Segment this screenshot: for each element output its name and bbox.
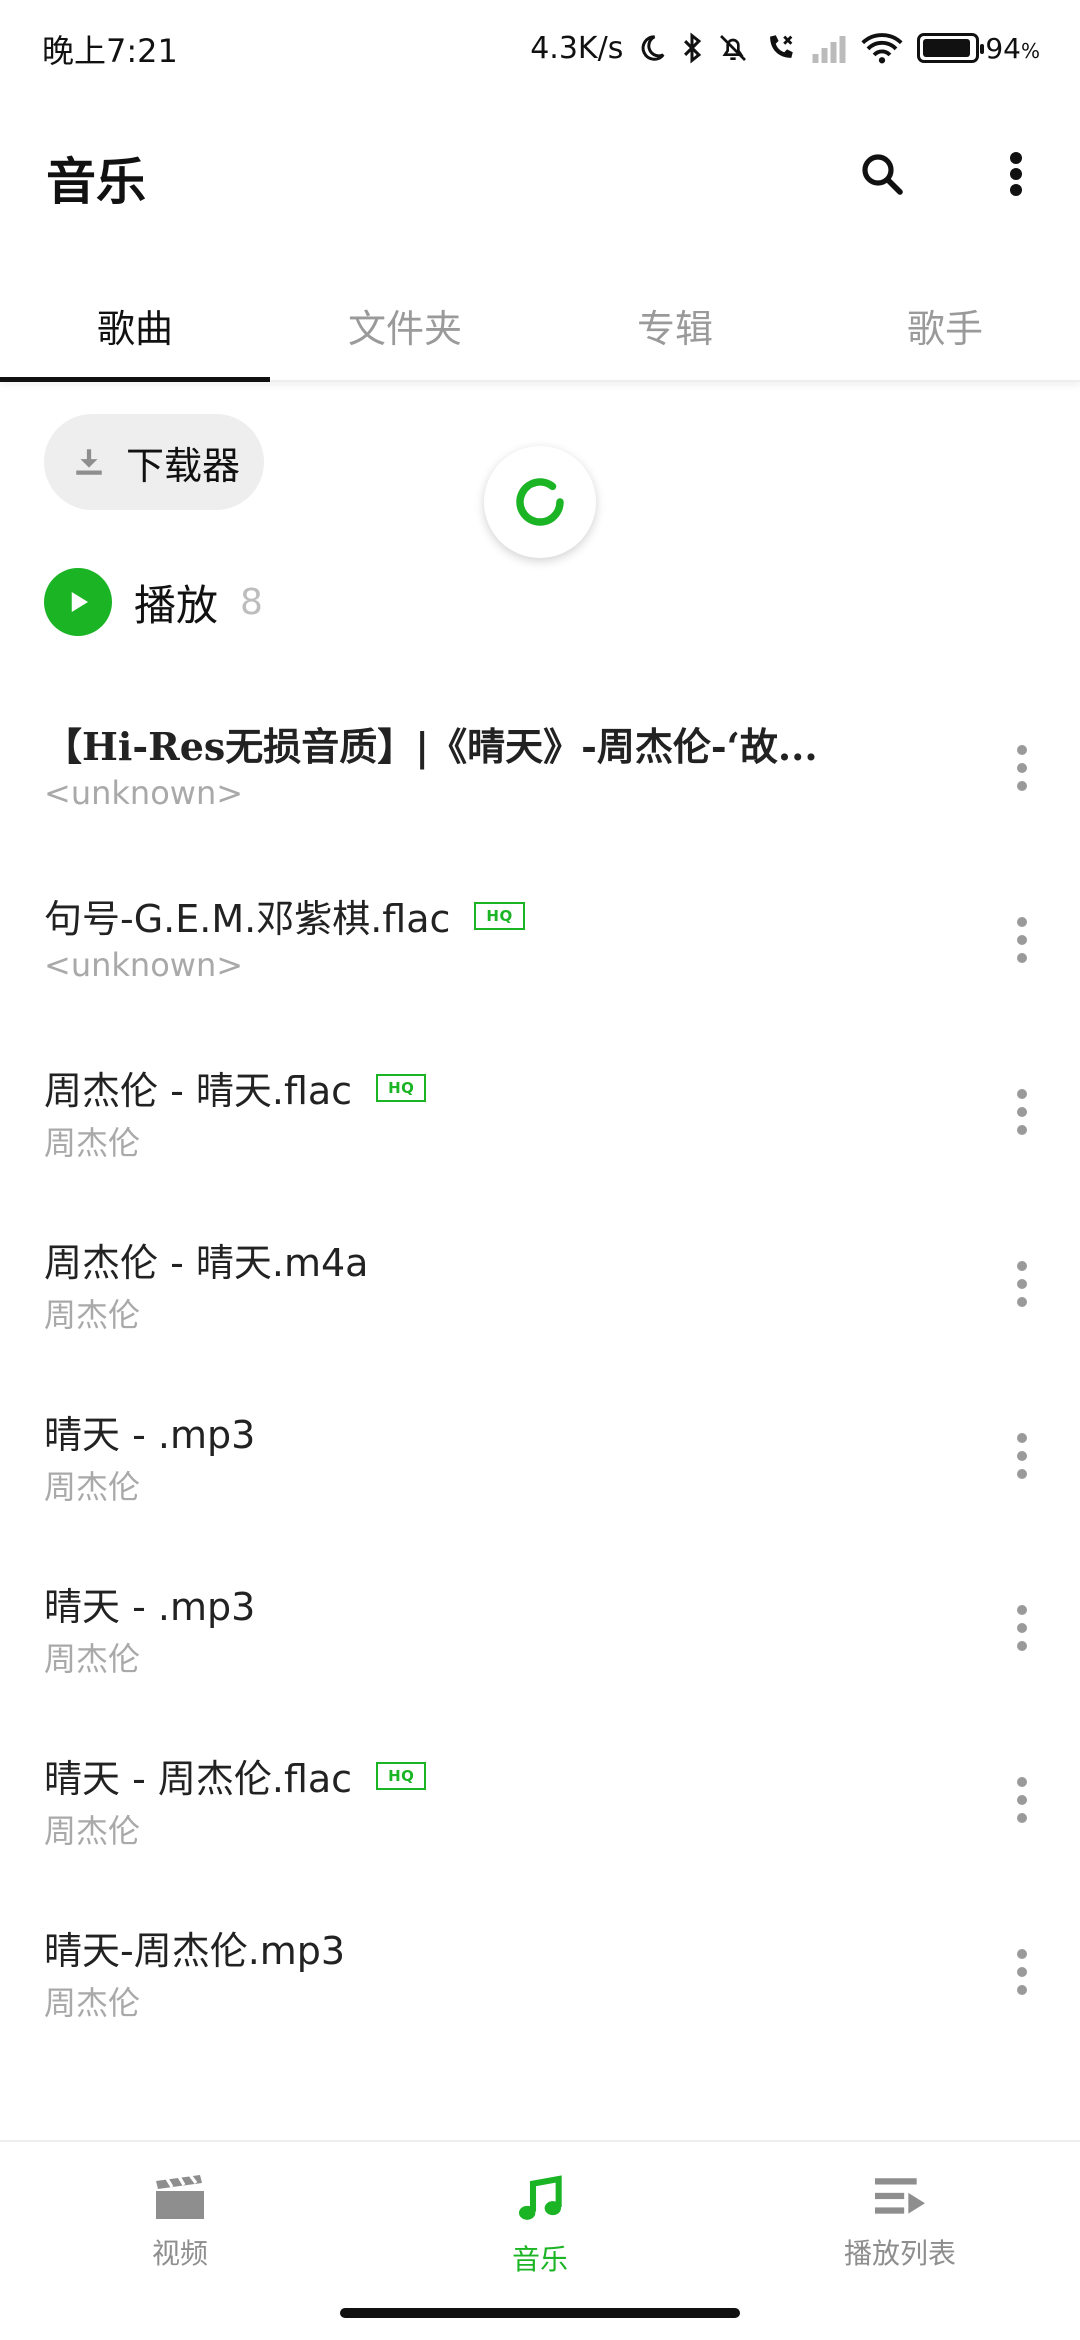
moon-icon (637, 32, 667, 64)
song-title: 周杰伦 - 晴天.m4a (44, 1241, 369, 1285)
nav-label: 音乐 (511, 2243, 568, 2276)
more-vert-icon[interactable] (1000, 1596, 1044, 1660)
nav-label: 视频 (151, 2237, 208, 2270)
song-title: 晴天 - .mp3 (44, 1585, 256, 1629)
song-title: 晴天-周杰伦.mp3 (44, 1929, 346, 1973)
list-item[interactable]: 周杰伦 - 晴天.flac HQ 周杰伦 (0, 1034, 1080, 1206)
music-note-icon (519, 2175, 562, 2220)
tab-folders[interactable]: 文件夹 (270, 270, 540, 380)
play-all-button[interactable]: 播放 8 (44, 566, 263, 638)
song-artist: <unknown> (44, 774, 244, 812)
nav-label: 播放列表 (843, 2237, 956, 2270)
home-indicator[interactable] (340, 2308, 740, 2318)
search-icon (862, 154, 903, 195)
list-item[interactable]: 晴天 - .mp3 周杰伦 (0, 1550, 1080, 1722)
more-vert-icon[interactable] (1000, 1424, 1044, 1488)
bell-off-icon (717, 31, 749, 65)
loading-spinner (484, 446, 596, 558)
more-vert-icon[interactable] (1000, 1940, 1044, 2004)
tab-bar: 歌曲 文件夹 专辑 歌手 (0, 270, 1080, 382)
song-title: 晴天 - 周杰伦.flac (44, 1757, 353, 1801)
song-artist: 周杰伦 (44, 1468, 141, 1506)
battery-unit: % (1020, 38, 1040, 63)
hq-badge: HQ (376, 1761, 427, 1790)
call-off-icon (763, 31, 797, 65)
nav-playlist[interactable]: 播放列表 (790, 2172, 1010, 2272)
list-item[interactable]: 句号-G.E.M.邓紫棋.flac HQ <unknown> (0, 862, 1080, 1034)
status-time: 晚上7:21 (42, 32, 178, 70)
video-icon (156, 2174, 204, 2219)
more-vert-icon[interactable] (1000, 1252, 1044, 1316)
page-title: 音乐 (46, 153, 146, 211)
more-vert-icon (1010, 152, 1022, 196)
song-count: 8 (240, 581, 263, 623)
more-vert-icon[interactable] (1000, 1768, 1044, 1832)
list-item[interactable]: 晴天 - .mp3 周杰伦 (0, 1378, 1080, 1550)
tab-artists[interactable]: 歌手 (810, 270, 1080, 380)
wifi-icon (861, 32, 903, 64)
download-icon (76, 449, 102, 475)
song-artist: 周杰伦 (44, 1984, 141, 2022)
more-vert-icon[interactable] (1000, 908, 1044, 972)
downloader-label: 下载器 (126, 443, 241, 488)
net-speed: 4.3K/s (530, 30, 624, 66)
play-icon (44, 568, 112, 636)
more-options-button[interactable] (984, 142, 1048, 206)
battery-percent: 94 (985, 31, 1021, 65)
status-bar: 晚上7:21 4.3K/s 94% (0, 0, 1080, 96)
song-artist: 周杰伦 (44, 1296, 141, 1334)
bluetooth-icon (681, 31, 703, 65)
more-vert-icon[interactable] (1000, 1080, 1044, 1144)
list-item[interactable]: 晴天 - 周杰伦.flac HQ 周杰伦 (0, 1722, 1080, 1894)
battery-icon (917, 33, 985, 63)
song-artist: <unknown> (44, 946, 244, 984)
app-bar: 音乐 (0, 120, 1080, 230)
search-button[interactable] (850, 142, 914, 206)
song-title: 【Hi-Res无损音质】|《晴天》-周杰伦-‘故... (44, 724, 818, 769)
song-artist: 周杰伦 (44, 1124, 141, 1162)
list-item[interactable]: 周杰伦 - 晴天.m4a 周杰伦 (0, 1206, 1080, 1378)
playlist-icon (875, 2178, 925, 2214)
list-item[interactable]: 晴天-周杰伦.mp3 周杰伦 (0, 1894, 1080, 2066)
song-artist: 周杰伦 (44, 1812, 141, 1850)
song-title: 周杰伦 - 晴天.flac (44, 1069, 353, 1113)
battery: 94% (917, 32, 1040, 65)
downloader-button[interactable]: 下载器 (44, 414, 264, 510)
song-title: 晴天 - .mp3 (44, 1413, 256, 1457)
signal-icon (811, 33, 847, 63)
tab-albums[interactable]: 专辑 (540, 270, 810, 380)
hq-badge: HQ (376, 1073, 427, 1102)
refresh-spinner-icon (516, 478, 564, 526)
nav-music[interactable]: 音乐 (430, 2172, 650, 2278)
tab-songs[interactable]: 歌曲 (0, 270, 270, 382)
more-vert-icon[interactable] (1000, 736, 1044, 800)
play-all-label: 播放 (134, 580, 219, 630)
song-title: 句号-G.E.M.邓紫棋.flac (44, 897, 451, 941)
list-item[interactable]: 【Hi-Res无损音质】|《晴天》-周杰伦-‘故... <unknown> (0, 690, 1080, 862)
nav-video[interactable]: 视频 (70, 2172, 290, 2272)
status-icons: 4.3K/s 94% (530, 22, 1040, 74)
hq-badge: HQ (474, 901, 525, 930)
song-list: 【Hi-Res无损音质】|《晴天》-周杰伦-‘故... <unknown> 句号… (0, 690, 1080, 2066)
song-artist: 周杰伦 (44, 1640, 141, 1678)
